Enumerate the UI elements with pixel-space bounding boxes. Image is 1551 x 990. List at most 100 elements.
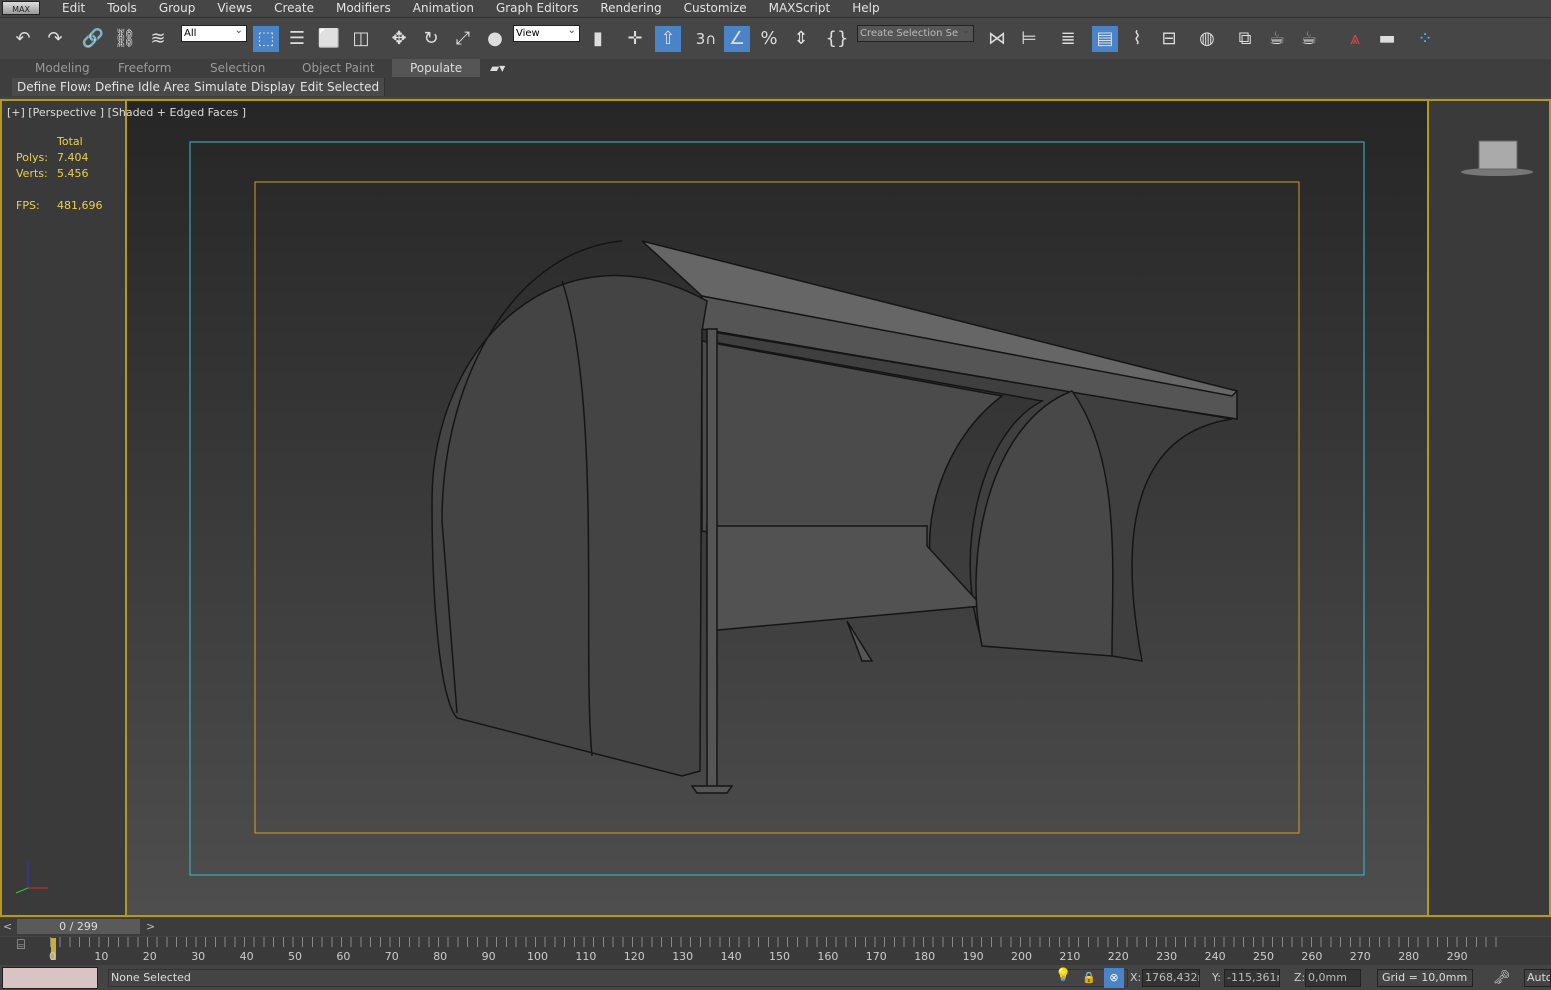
track-tick-label: 30 [191,950,206,963]
graphite-toolbar-icon[interactable]: ▤ [1092,26,1118,52]
auto-key-button[interactable]: Auto [1524,969,1551,987]
track-tick-label: 60 [336,950,351,963]
menu-views[interactable]: Views [217,1,252,15]
angle-snap-icon[interactable]: ∠ [724,26,750,52]
perspective-viewport[interactable]: [+] [Perspective ] [Shaded + Edged Faces… [0,99,1551,917]
track-tick-label: 220 [1107,950,1129,963]
lock-selection-icon[interactable]: 🔒 [1082,971,1096,984]
track-tick-label: 260 [1301,950,1323,963]
render-production-icon[interactable]: ☕ [1296,26,1322,52]
populate-icon[interactable]: ⩓ [1342,26,1368,52]
move-icon[interactable]: ✥ [386,26,412,52]
window-crossing-icon[interactable]: ◫ [348,26,374,52]
ribbon: Modeling Freeform Selection Object Paint… [0,59,1551,97]
select-manipulate-icon[interactable]: ✛ [622,26,648,52]
set-key-icon[interactable]: 🗝 [1493,970,1511,986]
tape-icon[interactable]: ▬ [1374,26,1400,52]
scale-icon[interactable]: ⤢ [450,26,476,52]
define-idle-areas-button[interactable]: Define Idle Areas [90,78,204,96]
track-ticks [50,937,1500,947]
material-editor-icon[interactable]: ◍ [1194,26,1220,52]
track-tick-label: 0 [49,950,56,963]
bind-space-warp-icon[interactable]: ≋ [145,26,171,52]
time-slider-thumb[interactable]: 0 / 299 [17,919,140,934]
track-bar[interactable]: ⌸ 0 10 20 30 40 50 60 70 80 90 100 110 120 130 140 150 1… [0,937,1551,965]
schematic-view-icon[interactable]: ⊟ [1156,26,1182,52]
track-tick-label: 120 [623,950,645,963]
snaps-toggle-icon[interactable]: 3∩ [693,26,719,52]
simulate-button[interactable]: Simulate [189,78,254,96]
spinner-snap-icon[interactable]: ⇕ [788,26,814,52]
percent-snap-icon[interactable]: % [756,26,782,52]
maxscript-listener[interactable] [2,967,98,989]
mirror-icon[interactable]: ⋈ [984,26,1010,52]
main-toolbar: ↶ ↷ 🔗 ⛓ ≋ All ⬚ ☰ ⬜ ◫ ✥ ↻ ⤢ ● View ▮ ✛ ⇧… [0,17,1551,59]
tab-object-paint[interactable]: Object Paint [302,59,375,77]
redo-icon[interactable]: ↷ [42,26,68,52]
select-object-icon[interactable]: ⬚ [253,26,279,52]
link-icon[interactable]: 🔗 [80,26,106,52]
track-tick-label: 20 [142,950,157,963]
particle-icon[interactable]: ⁘ [1412,26,1438,52]
menu-maxscript[interactable]: MAXScript [769,1,831,15]
keyboard-shortcut-override-icon[interactable]: ⇧ [655,26,681,52]
time-next-button[interactable]: > [146,920,155,933]
tab-populate[interactable]: Populate [392,59,481,77]
ribbon-options-icon[interactable]: ▰▾ [490,59,505,77]
absolute-mode-icon[interactable]: ⊗ [1104,968,1124,988]
align-icon[interactable]: ⊨ [1016,26,1042,52]
named-selection-dropdown[interactable]: Create Selection Se [857,23,974,42]
track-tick-label: 270 [1349,950,1371,963]
track-tick-label: 100 [527,950,548,963]
menu-customize[interactable]: Customize [684,1,747,15]
track-tick-label: 210 [1059,950,1081,963]
reference-coordinate-dropdown[interactable]: View [513,23,580,42]
track-tick-label: 200 [1011,950,1032,963]
menu-animation[interactable]: Animation [413,1,474,15]
bus-shelter-model [431,240,1239,794]
menu-rendering[interactable]: Rendering [600,1,661,15]
selection-filter-dropdown[interactable]: All [181,23,247,42]
tab-modeling[interactable]: Modeling [35,59,90,77]
isolate-icon[interactable]: 💡 [1055,968,1071,983]
undo-icon[interactable]: ↶ [10,26,36,52]
time-prev-button[interactable]: < [3,920,12,933]
layer-manager-icon[interactable]: ≣ [1055,26,1081,52]
x-coordinate-field[interactable]: 1768,432m [1142,969,1200,987]
track-tick-label: 110 [575,950,597,963]
y-coordinate-field[interactable]: -115,361m [1224,969,1280,987]
track-tick-label: 140 [720,950,742,963]
render-setup-icon[interactable]: ⧉ [1232,26,1258,52]
menu-graph-editors[interactable]: Graph Editors [496,1,578,15]
placement-icon[interactable]: ● [482,26,508,52]
tab-selection[interactable]: Selection [210,59,265,77]
edit-selected-button[interactable]: Edit Selected [295,78,386,96]
track-tick-label: 10 [94,950,109,963]
display-button[interactable]: Display [246,78,302,96]
define-flows-button[interactable]: Define Flows [12,78,100,96]
select-by-name-icon[interactable]: ☰ [284,26,310,52]
app-menu-button[interactable]: MAX [2,1,40,15]
track-tick-label: 290 [1446,950,1468,963]
unlink-icon[interactable]: ⛓ [112,26,138,52]
z-coordinate-field[interactable]: 0,0mm [1305,969,1361,987]
curve-editor-icon[interactable]: ⌇ [1124,26,1150,52]
rotate-icon[interactable]: ↻ [418,26,444,52]
viewcube[interactable] [1461,140,1533,176]
menu-group[interactable]: Group [159,1,196,15]
menu-create[interactable]: Create [274,1,314,15]
pivot-center-icon[interactable]: ▮ [585,26,611,52]
edit-named-selections-icon[interactable]: {} [824,26,850,52]
rendered-frame-window-icon[interactable]: ☕ [1264,26,1290,52]
track-tick-label: 40 [239,950,254,963]
track-tick-label: 180 [914,950,936,963]
mini-curve-editor-icon[interactable]: ⌸ [0,937,42,965]
tab-freeform[interactable]: Freeform [118,59,171,77]
menu-help[interactable]: Help [852,1,879,15]
menu-tools[interactable]: Tools [107,1,137,15]
time-slider[interactable]: < 0 / 299 > [0,918,1551,936]
menu-modifiers[interactable]: Modifiers [336,1,391,15]
rectangle-selection-icon[interactable]: ⬜ [316,26,342,52]
snap-3d-label: 3 [695,30,706,48]
menu-edit[interactable]: Edit [62,1,85,15]
